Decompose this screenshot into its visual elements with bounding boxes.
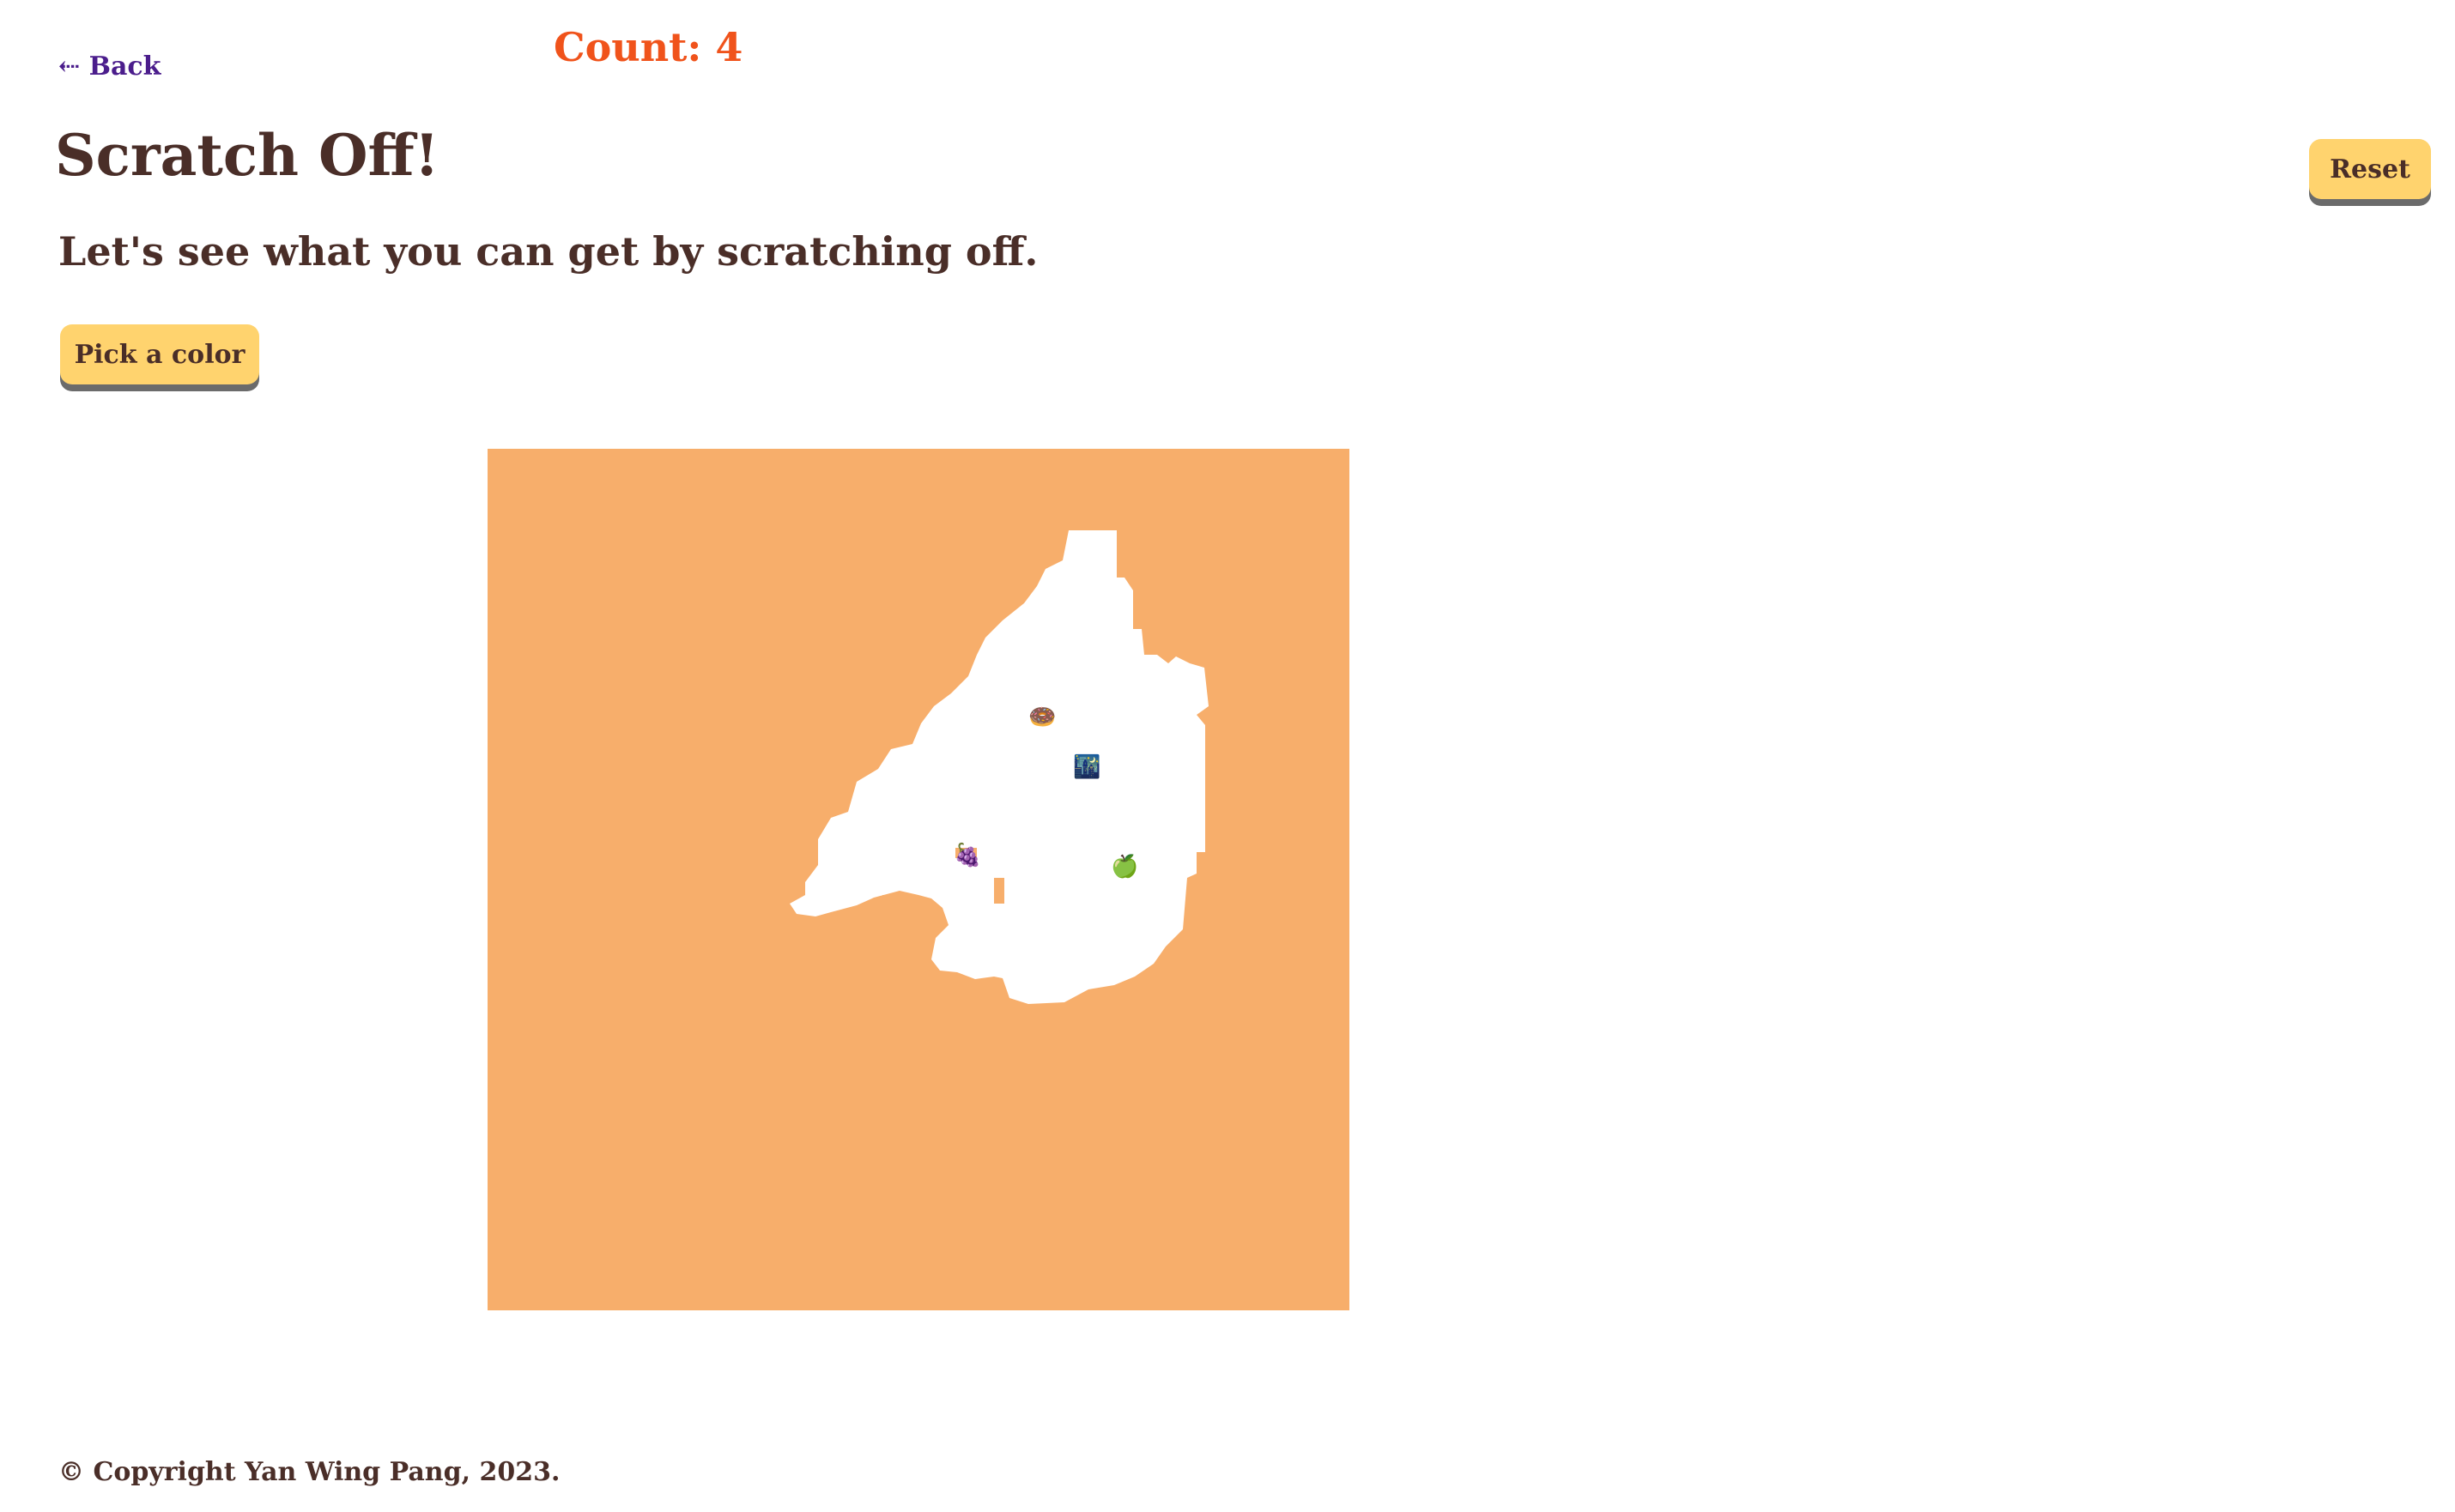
prize-green-apple-icon: 🍏 [1111,854,1139,880]
scratch-canvas[interactable] [488,449,1349,1310]
prize-grapes-icon: 🍇 [954,843,982,868]
count-display: Count: 4 [554,24,743,70]
scratch-cover-fragment [882,895,912,902]
page-title: Scratch Off! [55,122,439,189]
page-subtitle: Let's see what you can get by scratching… [58,228,1039,275]
prize-night-city-icon: 🌃 [1073,754,1101,780]
pick-color-button[interactable]: Pick a color [60,324,259,384]
reset-button[interactable]: Reset [2309,139,2431,199]
back-link[interactable]: ⇠ Back [58,51,161,82]
scratch-cover-fragment [994,878,1004,904]
scratch-board[interactable]: 🍩 🌃 🍇 🍏 [488,449,1349,1310]
prize-donut-icon: 🍩 [1028,705,1057,730]
footer-copyright: © Copyright Yan Wing Pang, 2023. [58,1457,561,1487]
